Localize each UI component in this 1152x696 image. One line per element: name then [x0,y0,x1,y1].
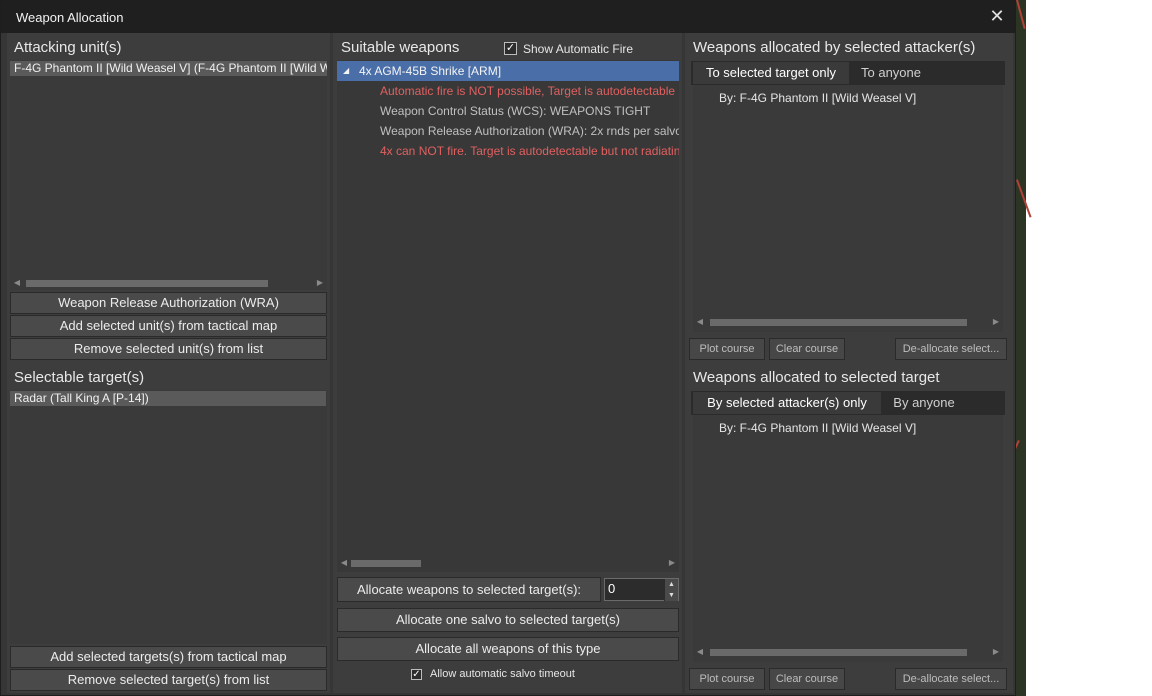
allocated-by-attacker-list[interactable]: By: F-4G Phantom II [Wild Weasel V] ◀ ▶ [693,85,1003,332]
allocated-by-attacker-hscrollbar[interactable]: ◀ ▶ [693,316,1003,328]
show-automatic-fire-checkbox[interactable]: ✓ [504,42,517,55]
clear-course-button[interactable]: Clear course [769,338,845,360]
scrollbar-thumb[interactable] [710,649,967,656]
selectable-targets-heading: Selectable target(s) [14,369,145,386]
allow-salvo-timeout-label[interactable]: Allow automatic salvo timeout [430,668,575,680]
map-boundary-line [1016,0,1026,29]
add-units-from-map-button[interactable]: Add selected unit(s) from tactical map [10,315,327,337]
weapon-allocation-window: Weapon Allocation ✕ Attacking unit(s) F-… [0,0,1016,696]
scroll-left-arrow-icon[interactable]: ◀ [695,646,705,658]
scroll-right-arrow-icon[interactable]: ▶ [667,557,677,569]
allocate-quantity-stepper[interactable]: ▲ ▼ [664,579,678,601]
allocate-one-salvo-button[interactable]: Allocate one salvo to selected target(s) [337,608,679,632]
attacking-unit-row[interactable]: F-4G Phantom II [Wild Weasel V] (F-4G Ph… [10,61,327,76]
close-icon[interactable]: ✕ [987,6,1007,26]
scroll-left-arrow-icon[interactable]: ◀ [339,557,349,569]
allocated-to-target-hscrollbar[interactable]: ◀ ▶ [693,646,1003,658]
show-automatic-fire-label[interactable]: Show Automatic Fire [523,42,633,56]
deallocate-selected-button[interactable]: De-allocate select... [895,668,1007,690]
map-boundary-line [1016,179,1032,218]
weapon-status-row: 4x can NOT fire. Target is autodetectabl… [380,144,679,158]
allocated-to-target-heading: Weapons allocated to selected target [693,369,940,386]
selectable-targets-list[interactable]: Radar (Tall King A [P-14]) [10,390,327,644]
allocated-to-target-list[interactable]: By: F-4G Phantom II [Wild Weasel V] ◀ ▶ [693,415,1003,662]
allocation-row[interactable]: By: F-4G Phantom II [Wild Weasel V] [719,91,999,106]
weapon-status-row: Weapon Control Status (WCS): WEAPONS TIG… [380,104,651,118]
scrollbar-thumb[interactable] [351,560,421,567]
plot-course-button[interactable]: Plot course [689,338,765,360]
attacking-units-hscrollbar[interactable]: ◀ ▶ [10,277,327,289]
tab-to-selected-target-only[interactable]: To selected target only [693,62,849,84]
allocate-all-weapons-button[interactable]: Allocate all weapons of this type [337,637,679,661]
spin-down-arrow-icon[interactable]: ▼ [665,590,678,601]
window-title: Weapon Allocation [16,10,124,25]
remove-targets-button[interactable]: Remove selected target(s) from list [10,669,327,691]
remove-units-button[interactable]: Remove selected unit(s) from list [10,338,327,360]
scroll-left-arrow-icon[interactable]: ◀ [12,277,22,289]
scrollbar-thumb[interactable] [710,319,967,326]
allow-salvo-timeout-checkbox[interactable]: ✓ [411,669,422,680]
suitable-weapons-hscrollbar[interactable]: ◀ ▶ [337,557,679,569]
tab-to-anyone[interactable]: To anyone [851,62,931,84]
scroll-right-arrow-icon[interactable]: ▶ [315,277,325,289]
scroll-left-arrow-icon[interactable]: ◀ [695,316,705,328]
wra-button[interactable]: Weapon Release Authorization (WRA) [10,292,327,314]
weapon-status-row: Weapon Release Authorization (WRA): 2x r… [380,124,679,138]
allocate-weapons-label: Allocate weapons to selected target(s): [357,582,582,597]
weapon-name: 4x AGM-45B Shrike [ARM] [359,64,502,78]
clear-course-button[interactable]: Clear course [769,668,845,690]
scroll-right-arrow-icon[interactable]: ▶ [991,316,1001,328]
add-targets-from-map-button[interactable]: Add selected targets(s) from tactical ma… [10,646,327,668]
deallocate-selected-button[interactable]: De-allocate select... [895,338,1007,360]
weapon-status-row: Automatic fire is NOT possible, Target i… [380,84,679,98]
title-bar[interactable]: Weapon Allocation ✕ [1,1,1015,33]
plot-course-button[interactable]: Plot course [689,668,765,690]
target-row[interactable]: Radar (Tall King A [P-14]) [10,391,326,406]
expand-triangle-icon[interactable]: ◢ [343,61,349,81]
attacking-units-list[interactable]: F-4G Phantom II [Wild Weasel V] (F-4G Ph… [10,60,327,290]
allocation-row[interactable]: By: F-4G Phantom II [Wild Weasel V] [719,421,999,436]
weapon-tree-row-shrike[interactable]: ◢ 4x AGM-45B Shrike [ARM] [337,61,679,81]
suitable-weapons-tree[interactable]: ◢ 4x AGM-45B Shrike [ARM] Automatic fire… [337,60,679,572]
suitable-weapons-heading: Suitable weapons [341,39,460,56]
attacking-units-heading: Attacking unit(s) [14,39,122,56]
tab-by-selected-attackers-only[interactable]: By selected attacker(s) only [693,392,881,414]
scroll-right-arrow-icon[interactable]: ▶ [991,646,1001,658]
spin-up-arrow-icon[interactable]: ▲ [665,579,678,590]
scrollbar-thumb[interactable] [26,280,268,287]
tab-by-anyone[interactable]: By anyone [883,392,965,414]
allocated-by-attacker-heading: Weapons allocated by selected attacker(s… [693,39,976,56]
